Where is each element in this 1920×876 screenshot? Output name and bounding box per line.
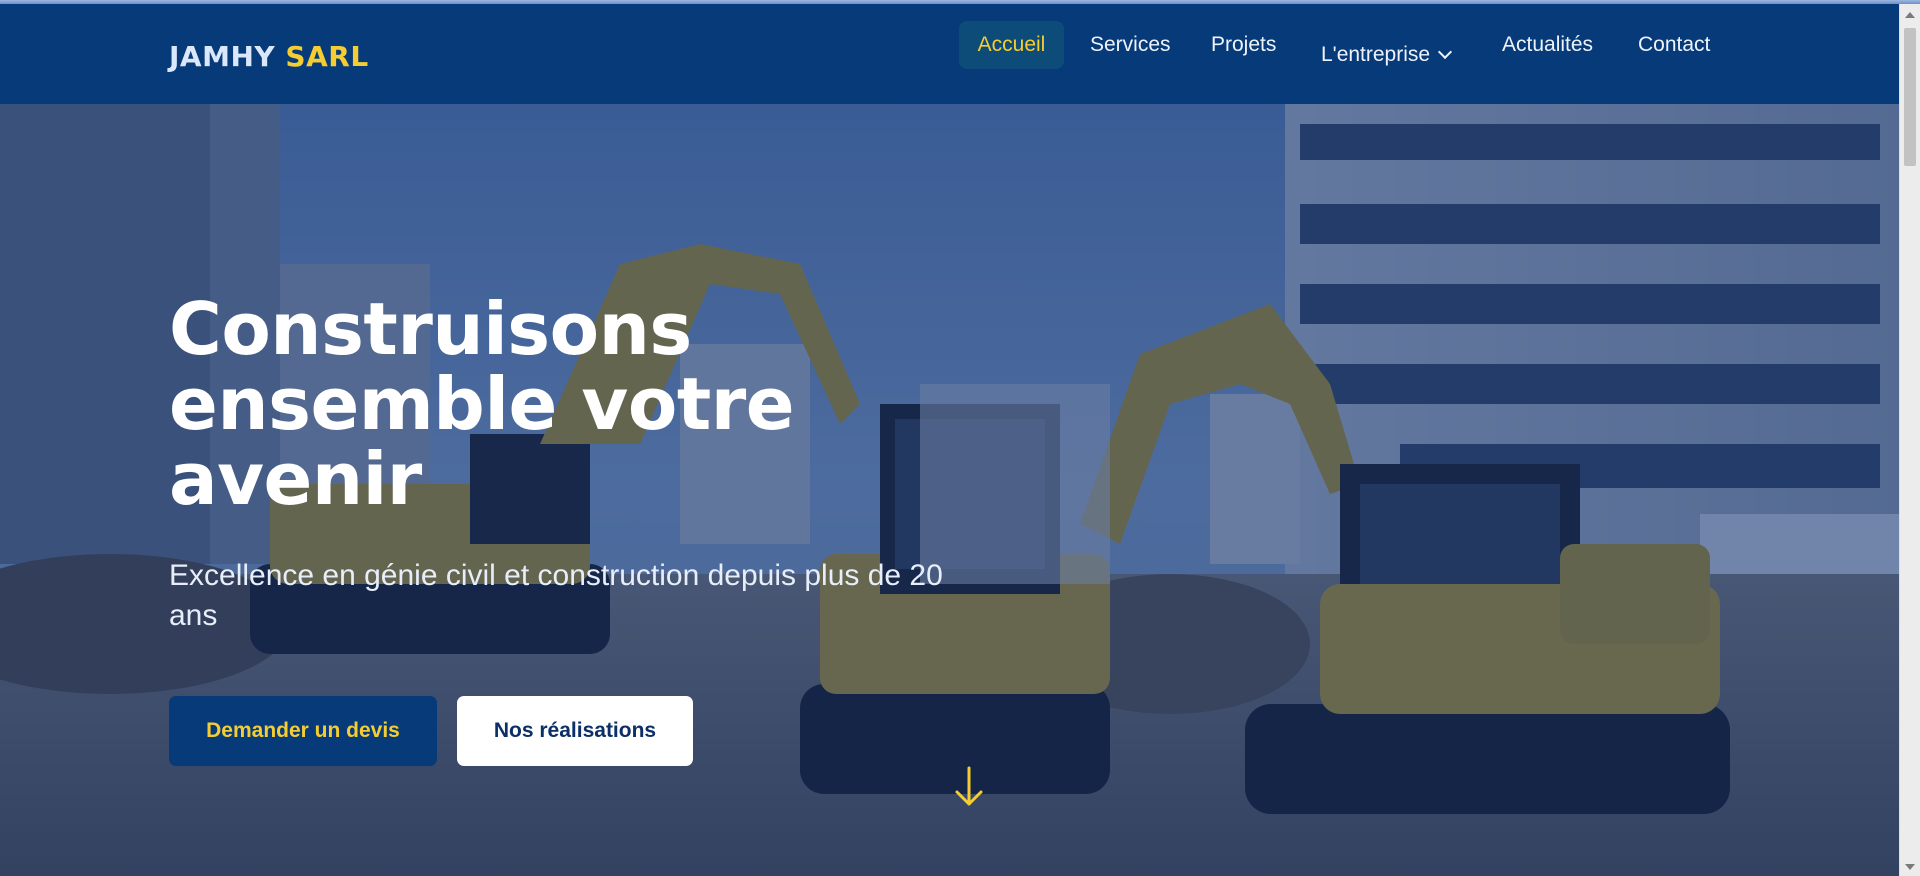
nav-item-actualites[interactable]: Actualités [1502,21,1593,69]
chevron-down-icon [1438,44,1453,60]
main-nav: Accueil Services Projets L'entreprise Ac… [0,21,1899,69]
scroll-down-arrow-icon[interactable] [1905,864,1915,870]
hero-section: Construisons ensemble votre avenir Excel… [0,104,1899,876]
nav-item-services[interactable]: Services [1090,21,1171,69]
scroll-up-arrow-icon[interactable] [1905,12,1915,18]
nav-item-label: Services [1090,33,1171,56]
vertical-scrollbar[interactable] [1899,4,1920,876]
our-projects-button[interactable]: Nos réalisations [457,696,693,766]
site-header: JAMHY SARL Accueil Services Projets L'en… [0,4,1899,104]
hero-subtitle: Excellence en génie civil et constructio… [169,559,943,632]
arrow-down-icon[interactable] [953,766,985,808]
hero-title: Construisons ensemble votre avenir [169,287,795,521]
nav-item-label: Accueil [977,33,1046,56]
browser-window: JAMHY SARL Accueil Services Projets L'en… [0,0,1920,876]
nav-item-entreprise[interactable]: L'entreprise [1321,31,1453,79]
nav-item-label: L'entreprise [1321,43,1431,66]
request-quote-button[interactable]: Demander un devis [169,696,437,766]
nav-item-accueil[interactable]: Accueil [959,21,1064,69]
scrollbar-thumb[interactable] [1904,28,1916,166]
nav-item-projets[interactable]: Projets [1211,21,1276,69]
nav-item-contact[interactable]: Contact [1638,21,1710,69]
nav-item-label: Contact [1638,33,1711,56]
nav-item-label: Actualités [1502,33,1594,56]
nav-item-label: Projets [1211,33,1277,56]
